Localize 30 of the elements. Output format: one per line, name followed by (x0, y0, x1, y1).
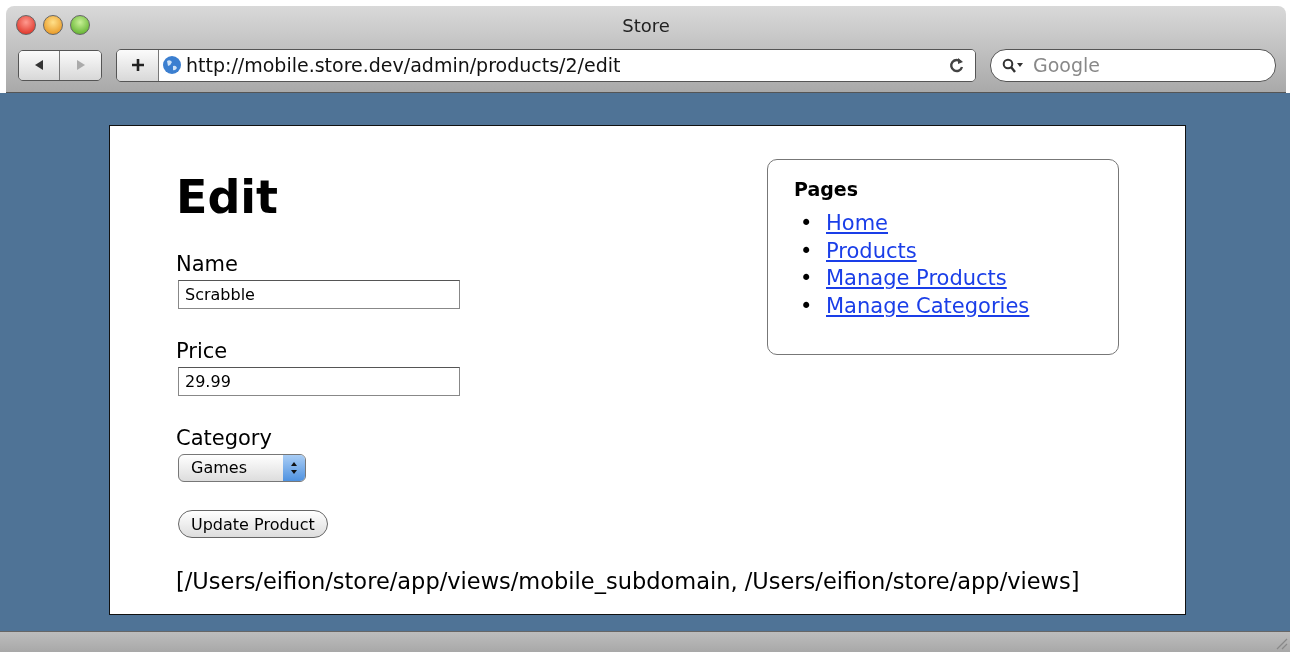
panel-title: Pages (794, 178, 860, 200)
update-button[interactable]: Update Product (178, 510, 328, 538)
zoom-button[interactable] (70, 15, 90, 35)
field-label: Category (176, 426, 273, 450)
bullet: • (800, 265, 814, 292)
bullet: • (800, 210, 814, 237)
search-icon (1002, 57, 1024, 74)
right-arrow-icon (74, 59, 87, 71)
bullet: • (800, 292, 814, 320)
forward-button[interactable] (60, 50, 101, 80)
field-label: Price (176, 339, 229, 363)
nav-link[interactable]: Products (826, 237, 917, 265)
back-button[interactable] (19, 50, 60, 80)
nav-link[interactable]: Manage Products (826, 265, 1007, 293)
input-field[interactable]: Scrabble (178, 280, 460, 309)
bullet: • (800, 237, 814, 265)
paths-text: [/Users/eifion/store/app/views/mobile_subdomain, /Users/eifion/store/app/views] (176, 568, 1081, 594)
search-field[interactable]: Google (990, 48, 1276, 82)
close-button[interactable] (16, 15, 36, 35)
resize-grip-icon[interactable] (1274, 636, 1288, 650)
input-field[interactable]: 29.99 (178, 367, 460, 396)
page-heading: Edit (176, 170, 279, 224)
window-title: Store (622, 14, 670, 36)
minimize-button[interactable] (43, 15, 63, 35)
left-arrow-icon (33, 59, 45, 71)
field-label: Name (176, 252, 239, 276)
stepper-icon (283, 455, 305, 481)
nav-link[interactable]: Manage Categories (826, 292, 1030, 320)
dropdown[interactable]: Games (178, 454, 306, 482)
nav-link[interactable]: Home (826, 210, 888, 238)
